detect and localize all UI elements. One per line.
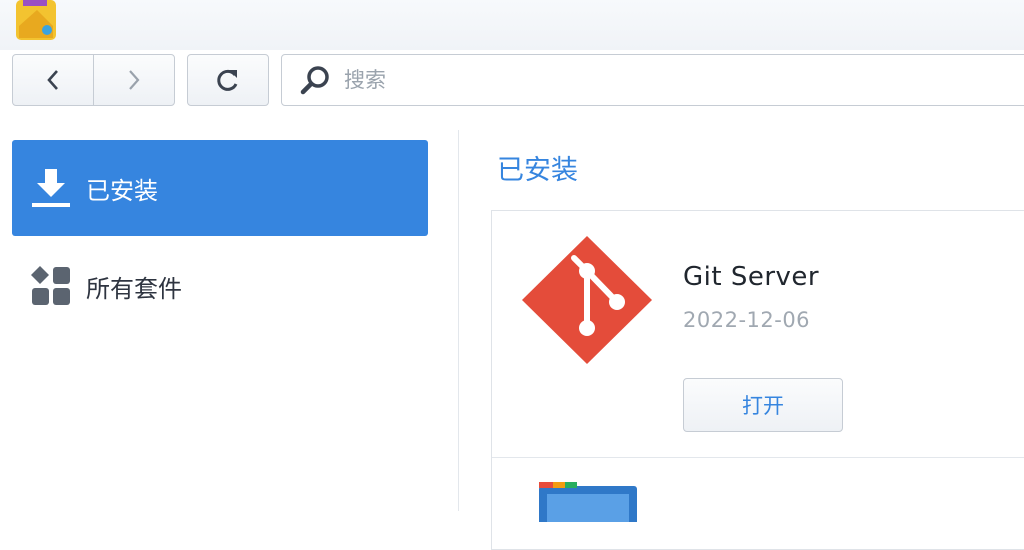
sidebar-item-all-packages[interactable]: 所有套件 (12, 238, 428, 334)
forward-button[interactable] (93, 55, 174, 105)
grid-icon (31, 266, 70, 305)
chevron-right-icon (129, 70, 140, 90)
back-button[interactable] (13, 55, 93, 105)
nav-button-group (12, 54, 175, 106)
package-date: 2022-12-06 (683, 308, 811, 332)
section-title: 已安装 (497, 155, 578, 186)
sidebar-item-installed[interactable]: 已安装 (12, 140, 428, 236)
package-name: Git Server (683, 262, 820, 292)
refresh-button[interactable] (187, 54, 269, 106)
search-icon (300, 66, 329, 95)
sidebar-item-label: 所有套件 (86, 274, 182, 303)
git-icon (522, 236, 652, 364)
search-box[interactable] (281, 54, 1024, 106)
search-input[interactable] (342, 67, 946, 93)
open-button[interactable]: 打开 (683, 378, 843, 432)
refresh-icon (217, 69, 238, 91)
download-icon (32, 169, 70, 207)
package-center-app-icon (16, 0, 56, 40)
chevron-left-icon (47, 70, 58, 90)
sidebar-item-label: 已安装 (86, 176, 158, 205)
window-titlebar (0, 0, 1024, 50)
package-icon (539, 482, 637, 522)
card-divider (492, 457, 1024, 458)
panel-divider (458, 130, 459, 511)
